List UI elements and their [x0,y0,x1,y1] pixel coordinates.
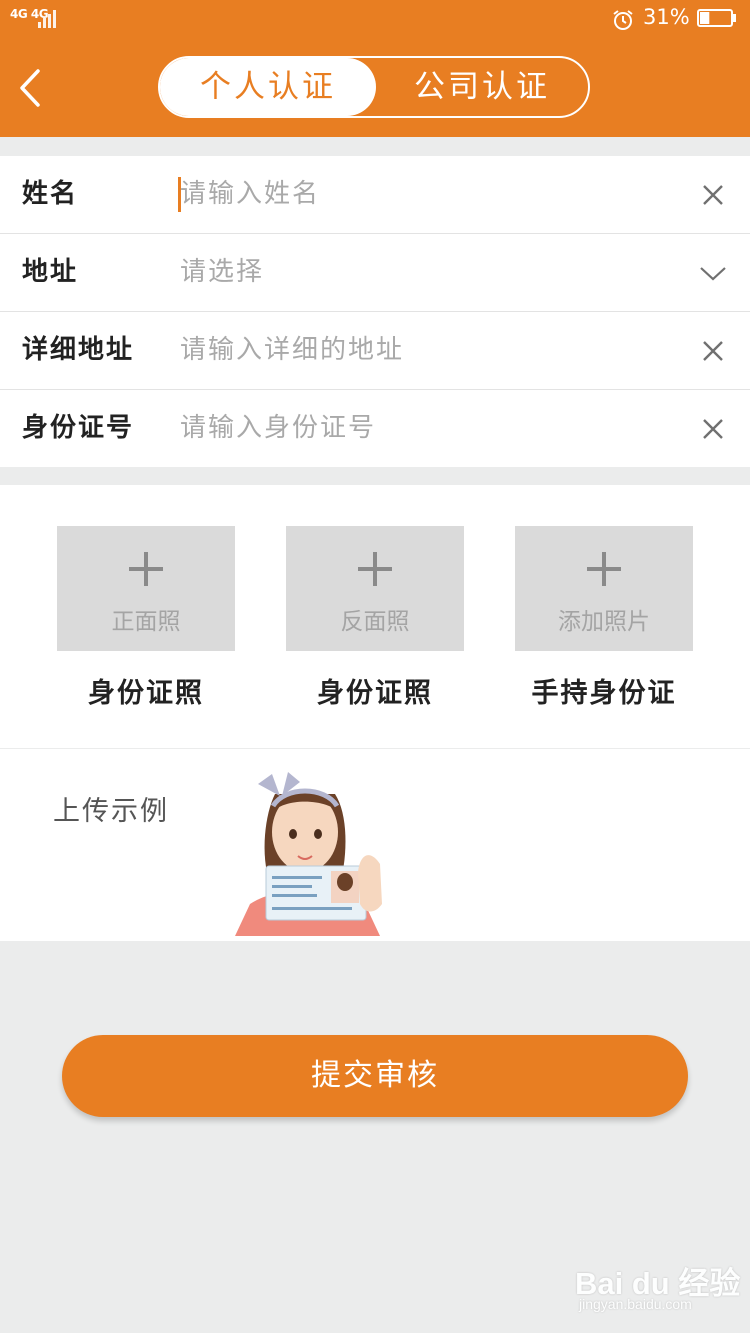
detail-address-input[interactable]: 请输入详细的地址 [180,312,404,389]
close-icon[interactable] [700,338,726,364]
upload-handheld-label: 添加照片 [558,609,650,635]
status-bar: 4G 4G 31% [0,0,750,38]
photo-upload-front: 正面照 身份证照 [57,526,235,710]
upload-front-button[interactable]: 正面照 [57,526,235,651]
plus-icon [587,552,621,586]
id-number-input[interactable]: 请输入身份证号 [180,390,376,467]
photo-upload-section: 正面照 身份证照 反面照 身份证照 添加照片 手持身份证 [0,485,750,748]
photo-upload-handheld: 添加照片 手持身份证 [515,526,693,710]
name-row: 姓名 请输入姓名 [0,156,750,234]
back-icon[interactable] [14,66,50,110]
address-label: 地址 [22,257,79,287]
plus-icon [129,552,163,586]
upload-back-label: 反面照 [340,609,410,635]
address-row[interactable]: 地址 请选择 [0,234,750,312]
upload-handheld-button[interactable]: 添加照片 [515,526,693,651]
tab-personal-auth[interactable]: 个人认证 [160,58,376,116]
plus-icon [358,552,392,586]
upload-example-section: 上传示例 [0,749,750,941]
id-number-row: 身份证号 请输入身份证号 [0,390,750,467]
upload-handheld-caption: 手持身份证 [531,678,677,709]
upload-back-button[interactable]: 反面照 [286,526,464,651]
auth-type-switch: 个人认证 公司认证 [158,56,590,118]
upload-front-label: 正面照 [111,609,181,635]
battery-icon [697,9,736,27]
detail-address-row: 详细地址 请输入详细的地址 [0,312,750,390]
header: 4G 4G 31% 个人认证 公司认证 [0,0,750,137]
battery-percent: 31% [643,5,690,29]
name-input[interactable]: 请输入姓名 [180,156,320,233]
example-illustration [235,772,382,936]
submit-review-button[interactable]: 提交审核 [62,1035,688,1117]
signal-icon [38,10,58,28]
upload-back-caption: 身份证照 [317,678,433,709]
photo-upload-back: 反面照 身份证照 [286,526,464,710]
close-icon[interactable] [700,416,726,442]
close-icon[interactable] [700,182,726,208]
baidu-jingyan-watermark: Bai du 经验 jingyan.baidu.com [575,1248,745,1318]
address-select[interactable]: 请选择 [180,234,264,311]
name-label: 姓名 [22,179,79,209]
alarm-icon [613,10,633,30]
id-number-label: 身份证号 [22,413,135,443]
auth-form: 姓名 请输入姓名 地址 请选择 详细地址 请输入详细的地址 身份证号 请输入身份… [0,156,750,467]
chevron-down-icon[interactable] [700,260,726,286]
tab-company-auth[interactable]: 公司认证 [376,58,588,116]
example-label: 上传示例 [53,796,169,827]
upload-front-caption: 身份证照 [88,678,204,709]
watermark-url: jingyan.baidu.com [579,1296,692,1312]
detail-address-label: 详细地址 [22,335,135,365]
